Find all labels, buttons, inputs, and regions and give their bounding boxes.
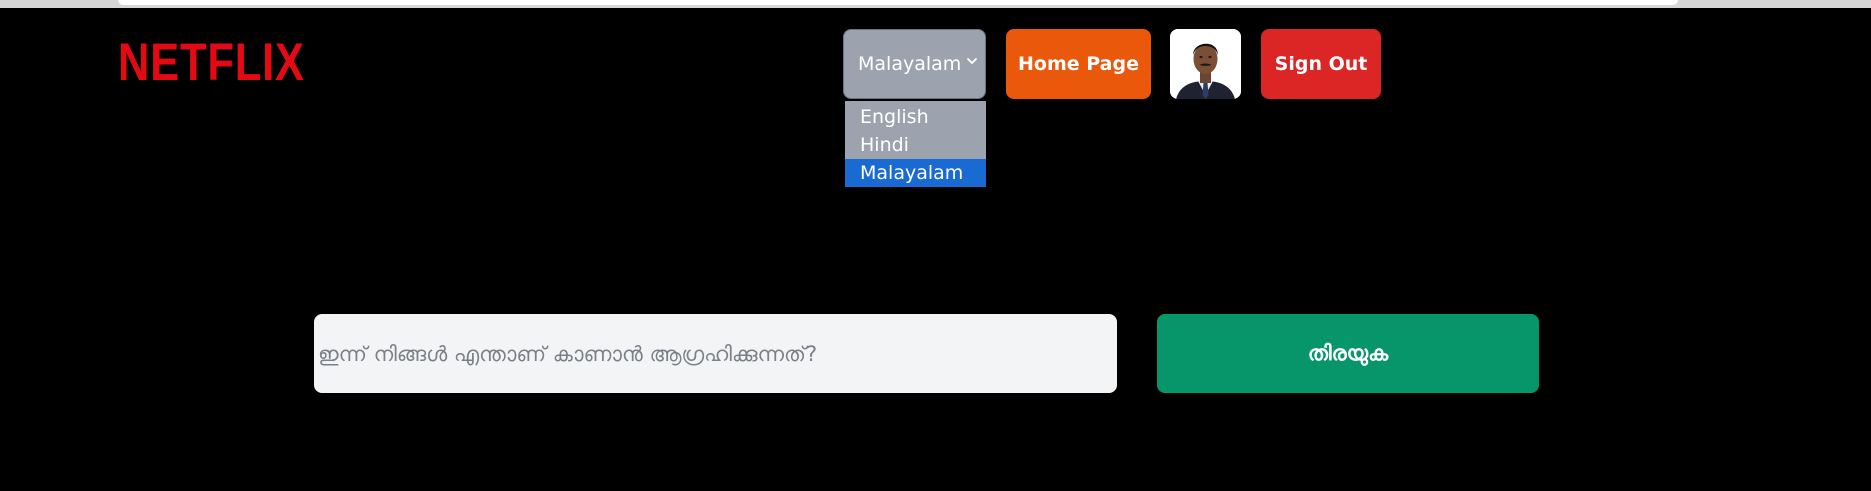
horizontal-scrollbar[interactable]: [118, 0, 1678, 5]
language-select[interactable]: Malayalam: [843, 29, 986, 99]
search-input[interactable]: [314, 314, 1117, 393]
user-photo-icon: [1170, 29, 1241, 99]
language-option-malayalam[interactable]: Malayalam: [845, 159, 986, 187]
avatar[interactable]: [1170, 29, 1241, 99]
language-dropdown-menu: English Hindi Malayalam: [845, 101, 986, 187]
chevron-down-icon: [967, 58, 977, 64]
home-page-button[interactable]: Home Page: [1006, 29, 1151, 99]
language-select-value: Malayalam: [858, 53, 962, 75]
language-option-english[interactable]: English: [845, 103, 986, 131]
app-root: NETFLIX Malayalam English Hindi Malayala…: [0, 0, 1871, 491]
sign-out-button[interactable]: Sign Out: [1261, 29, 1381, 99]
browser-scroll-strip: [0, 0, 1871, 8]
language-option-hindi[interactable]: Hindi: [845, 131, 986, 159]
netflix-logo[interactable]: NETFLIX: [118, 36, 305, 90]
search-button[interactable]: തിരയുക: [1157, 314, 1539, 393]
